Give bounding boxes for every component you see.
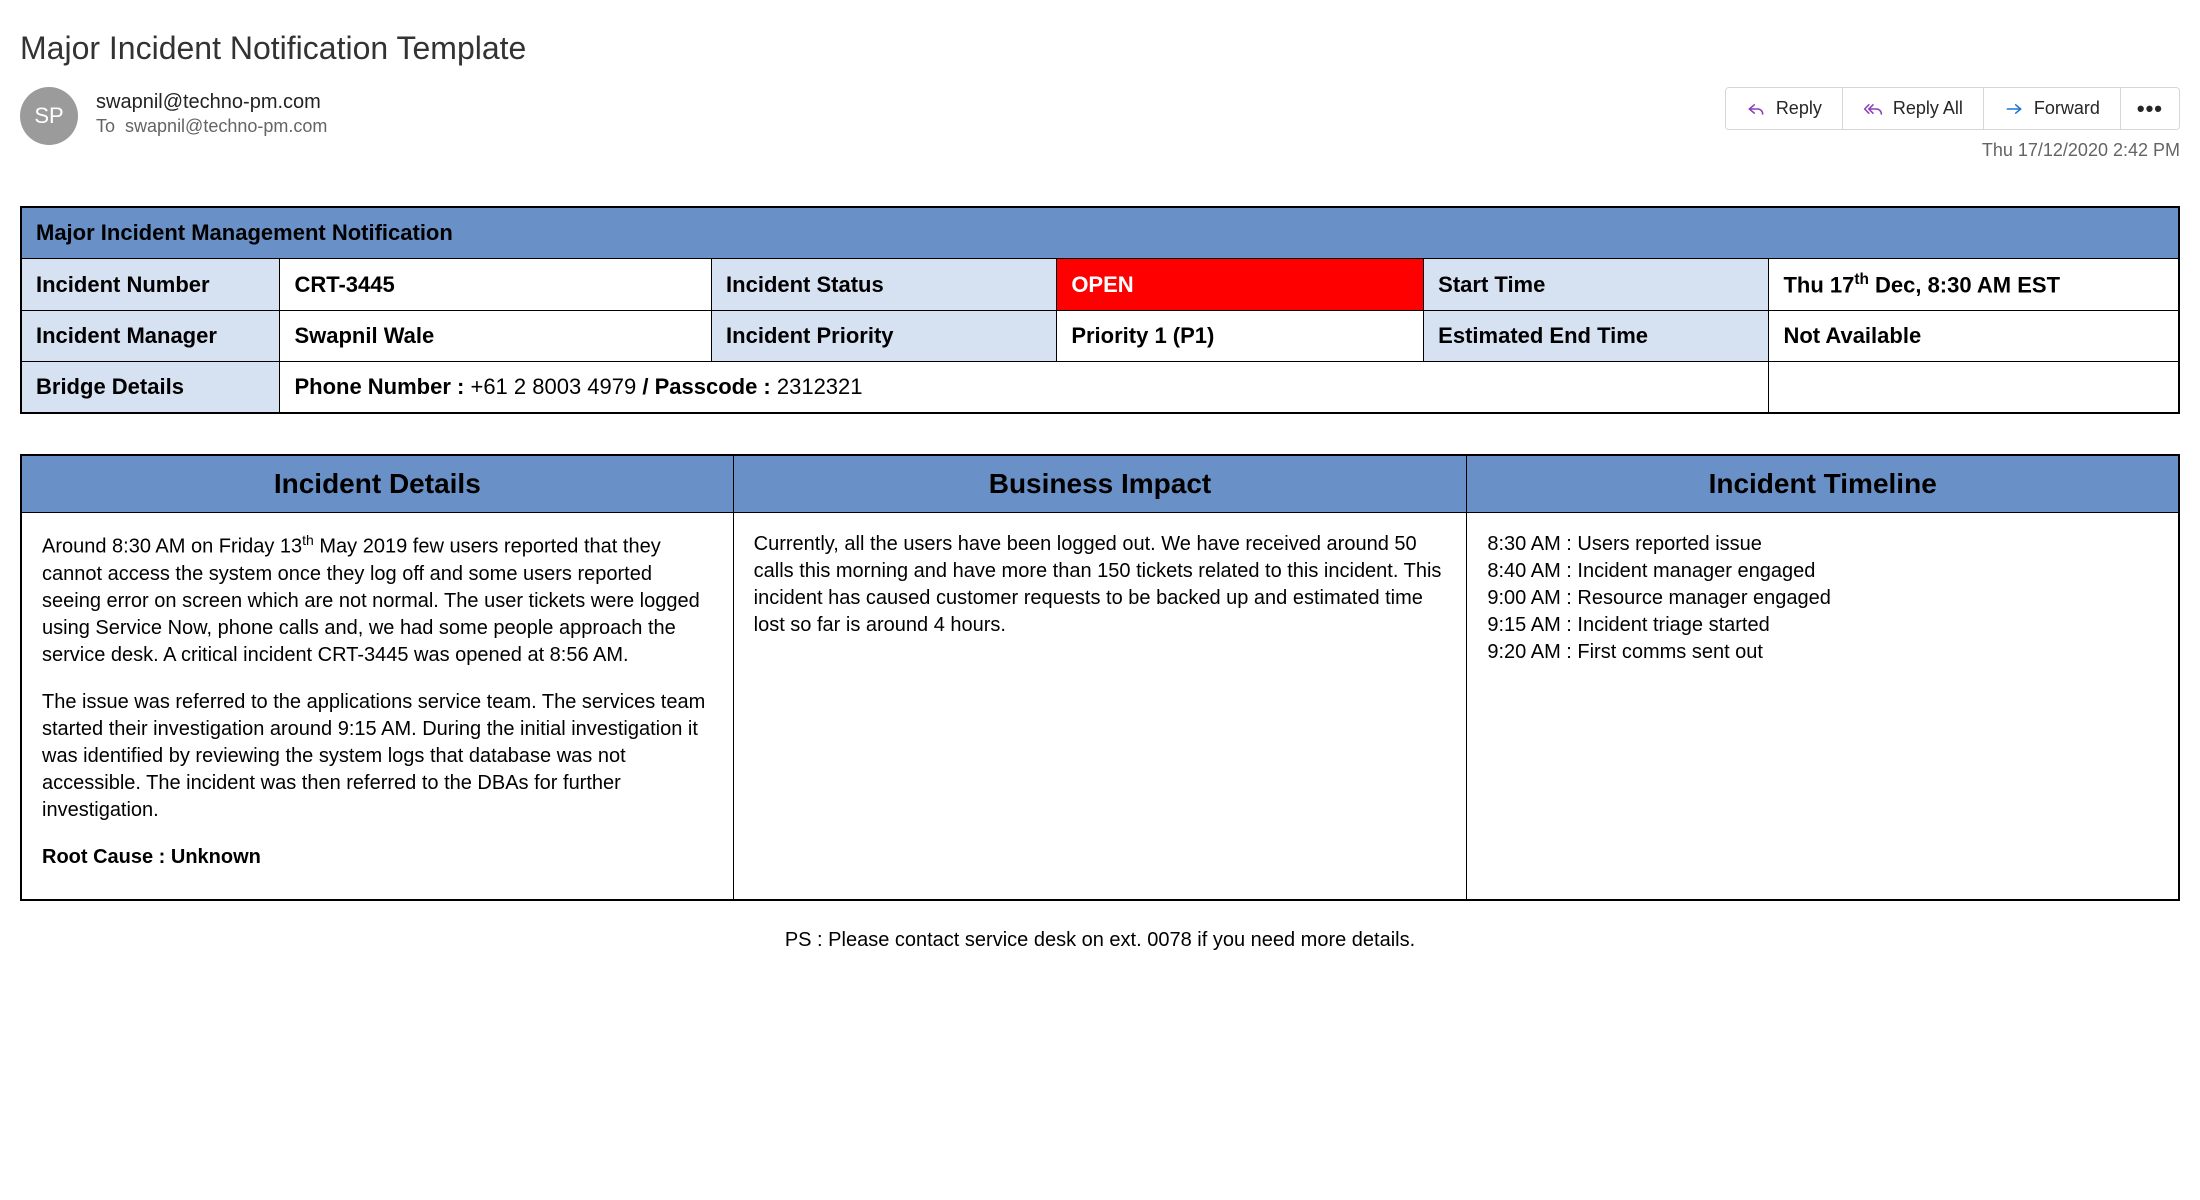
section-head-timeline: Incident Timeline xyxy=(1467,455,2179,513)
from-address: swapnil@techno-pm.com xyxy=(96,91,327,114)
timeline-item: 9:00 AM : Resource manager engaged xyxy=(1487,585,2158,612)
email-subject: Major Incident Notification Template xyxy=(20,30,2180,67)
value-bridge-details: Phone Number : +61 2 8003 4979 / Passcod… xyxy=(280,362,1769,414)
value-start-time: Thu 17th Dec, 8:30 AM EST xyxy=(1769,259,2179,311)
reply-all-icon xyxy=(1863,99,1883,119)
details-paragraph-2: The issue was referred to the applicatio… xyxy=(42,689,713,824)
section-body-timeline: 8:30 AM : Users reported issue 8:40 AM :… xyxy=(1467,513,2179,900)
label-est-end-time: Estimated End Time xyxy=(1424,311,1769,362)
email-header: SP swapnil@techno-pm.com To swapnil@tech… xyxy=(20,87,2180,161)
reply-icon xyxy=(1746,99,1766,119)
value-incident-status: OPEN xyxy=(1057,259,1424,311)
timeline-item: 9:15 AM : Incident triage started xyxy=(1487,612,2158,639)
forward-icon xyxy=(2004,99,2024,119)
label-start-time: Start Time xyxy=(1424,259,1769,311)
timeline-item: 8:40 AM : Incident manager engaged xyxy=(1487,558,2158,585)
value-incident-priority: Priority 1 (P1) xyxy=(1057,311,1424,362)
avatar: SP xyxy=(20,87,78,145)
footer-ps: PS : Please contact service desk on ext.… xyxy=(20,929,2180,952)
impact-paragraph: Currently, all the users have been logge… xyxy=(754,531,1447,639)
details-paragraph-1: Around 8:30 AM on Friday 13th May 2019 f… xyxy=(42,531,713,669)
incident-detail-table: Incident Details Business Impact Inciden… xyxy=(20,454,2180,901)
section-head-details: Incident Details xyxy=(21,455,733,513)
label-incident-number: Incident Number xyxy=(21,259,280,311)
reply-all-button[interactable]: Reply All xyxy=(1843,88,1984,129)
reply-all-label: Reply All xyxy=(1893,98,1963,119)
email-timestamp: Thu 17/12/2020 2:42 PM xyxy=(1982,140,2180,161)
value-est-end-time: Not Available xyxy=(1769,311,2179,362)
section-body-impact: Currently, all the users have been logge… xyxy=(733,513,1467,900)
reply-button[interactable]: Reply xyxy=(1726,88,1843,129)
label-incident-priority: Incident Priority xyxy=(712,311,1057,362)
incident-table-title: Major Incident Management Notification xyxy=(21,207,2179,259)
details-root-cause: Root Cause : Unknown xyxy=(42,844,713,871)
reply-label: Reply xyxy=(1776,98,1822,119)
forward-label: Forward xyxy=(2034,98,2100,119)
label-incident-status: Incident Status xyxy=(712,259,1057,311)
to-line: To swapnil@techno-pm.com xyxy=(96,116,327,137)
section-body-details: Around 8:30 AM on Friday 13th May 2019 f… xyxy=(21,513,733,900)
forward-button[interactable]: Forward xyxy=(1984,88,2121,129)
email-actions: Reply Reply All Forward ••• xyxy=(1725,87,2180,130)
ellipsis-icon: ••• xyxy=(2137,96,2163,122)
label-incident-manager: Incident Manager xyxy=(21,311,280,362)
incident-summary-table: Major Incident Management Notification I… xyxy=(20,206,2180,414)
to-prefix: To xyxy=(96,116,115,136)
section-head-impact: Business Impact xyxy=(733,455,1467,513)
bridge-empty-cell xyxy=(1769,362,2179,414)
value-incident-number: CRT-3445 xyxy=(280,259,712,311)
to-address: swapnil@techno-pm.com xyxy=(125,116,327,136)
timeline-item: 8:30 AM : Users reported issue xyxy=(1487,531,2158,558)
value-incident-manager: Swapnil Wale xyxy=(280,311,712,362)
more-actions-button[interactable]: ••• xyxy=(2121,88,2179,129)
timeline-item: 9:20 AM : First comms sent out xyxy=(1487,639,2158,666)
label-bridge-details: Bridge Details xyxy=(21,362,280,414)
